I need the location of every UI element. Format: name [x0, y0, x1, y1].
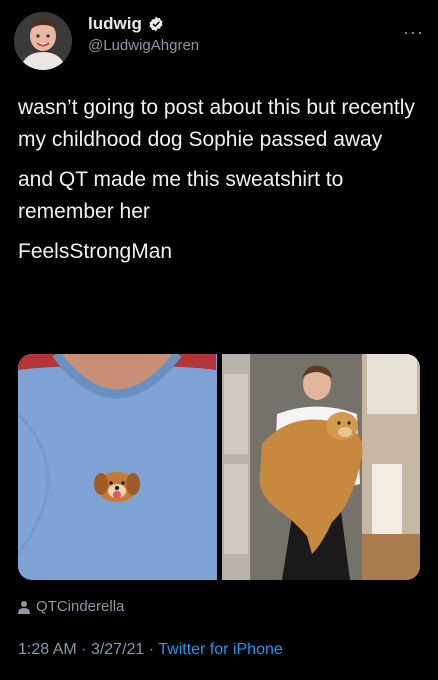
dog-photo[interactable]	[221, 354, 420, 580]
tagged-user-name[interactable]: QTCinderella	[36, 598, 124, 615]
display-name[interactable]: ludwig	[88, 14, 199, 34]
person-tag-icon	[18, 600, 30, 614]
tweet-time[interactable]: 1:28 AM	[18, 641, 77, 658]
meta-separator: ·	[81, 641, 87, 658]
tweet-paragraph: FeelsStrongMan	[18, 240, 173, 263]
tweet-paragraph: and QT made me this sweatshirt to rememb…	[18, 168, 344, 223]
display-name-text[interactable]: ludwig	[88, 14, 142, 34]
tweet-media	[18, 354, 420, 580]
tweet-date[interactable]: 3/27/21	[91, 641, 144, 658]
tweet-paragraph: wasn’t going to post about this but rece…	[18, 96, 415, 151]
tweet-header: ludwig @LudwigAhgren ···	[14, 12, 424, 72]
tweet-source[interactable]: Twitter for iPhone	[158, 641, 283, 658]
tagged-user[interactable]: QTCinderella	[18, 598, 124, 615]
meta-separator: ·	[148, 641, 155, 658]
tweet-meta: 1:28 AM · 3/27/21 · Twitter for iPhone	[18, 641, 283, 659]
avatar[interactable]	[14, 12, 72, 70]
tweet-text: wasn’t going to post about this but rece…	[18, 92, 422, 276]
verified-badge-icon	[149, 16, 163, 32]
user-handle[interactable]: @LudwigAhgren	[88, 37, 199, 54]
more-options-icon[interactable]: ···	[403, 22, 424, 43]
sweatshirt-photo[interactable]	[18, 354, 217, 580]
